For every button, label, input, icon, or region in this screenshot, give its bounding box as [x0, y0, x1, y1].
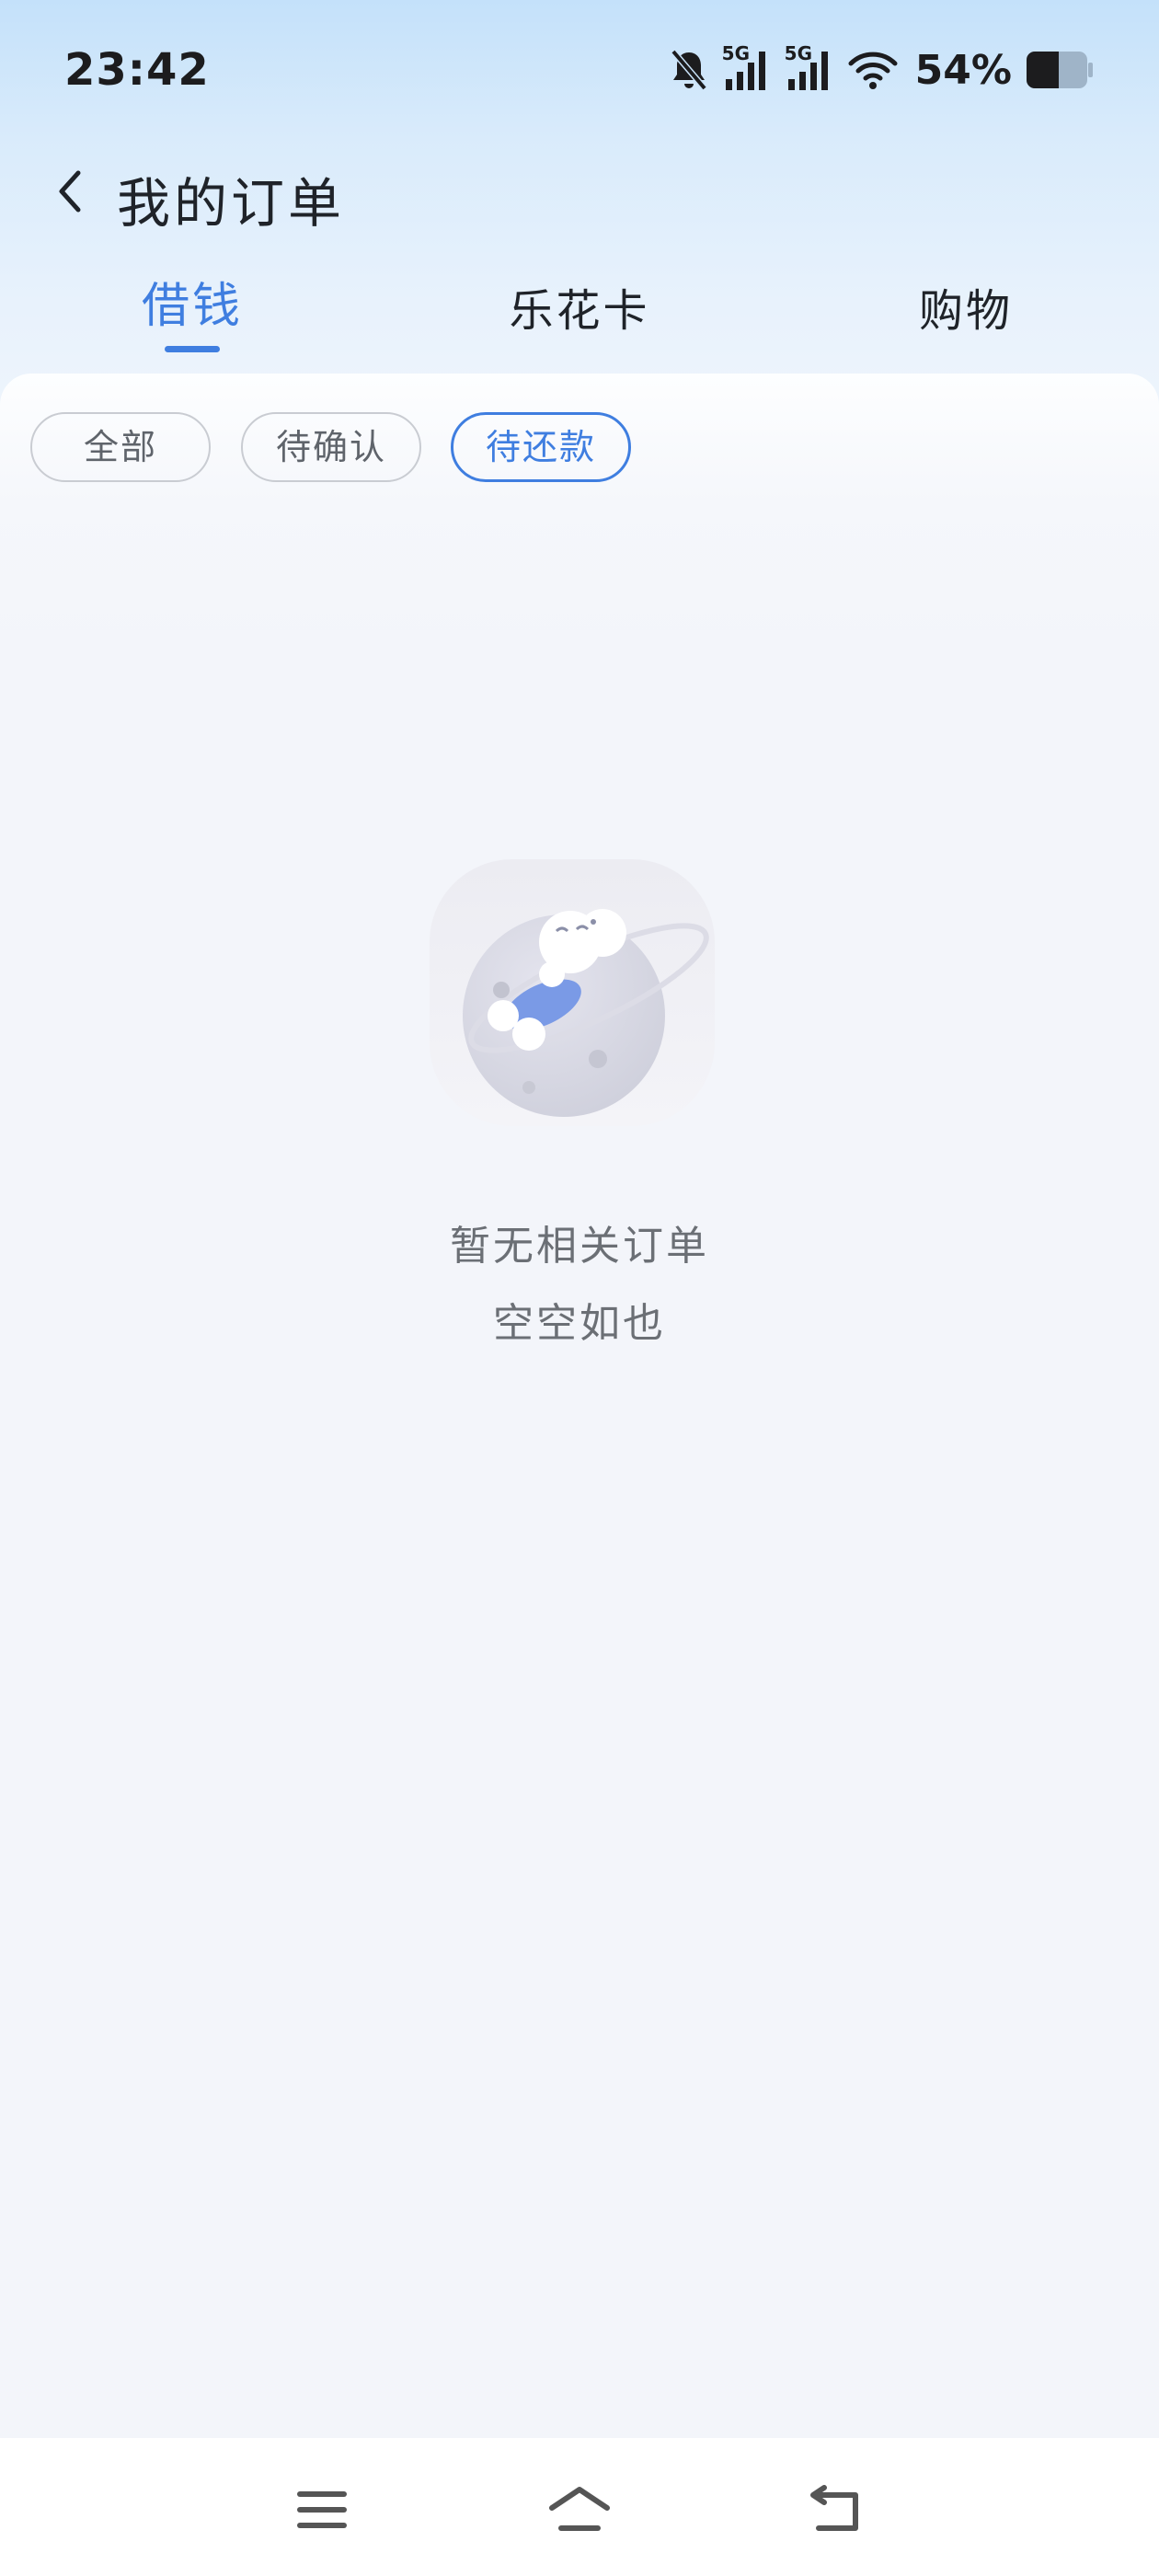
- page-header: 我的订单: [0, 147, 1159, 239]
- tab-shopping[interactable]: 购物: [874, 274, 1058, 366]
- filter-pending-repayment[interactable]: 待还款: [451, 412, 631, 482]
- order-list-panel: 全部 待确认 待还款 暂无相关订单 空空如也: [0, 374, 1159, 2438]
- bell-off-icon: [669, 47, 709, 93]
- tab-label: 购物: [918, 285, 1013, 337]
- back-icon: [808, 2484, 866, 2539]
- tab-label: 乐花卡: [509, 285, 650, 337]
- status-icons: 5G 5G 54%: [669, 42, 1095, 98]
- filter-pending-confirmation[interactable]: 待确认: [241, 412, 421, 482]
- empty-state-subtitle: 空空如也: [493, 1300, 666, 1347]
- astronaut-on-moon-illustration: [419, 850, 731, 1126]
- battery-percentage: 54%: [914, 46, 1012, 94]
- status-bar: 23:42 5G 5G 54%: [0, 0, 1159, 147]
- category-tabs: 借钱 乐花卡 购物: [0, 267, 1159, 368]
- home-icon: [546, 2484, 613, 2539]
- tab-label: 借钱: [141, 279, 243, 334]
- tab-borrow[interactable]: 借钱: [100, 267, 284, 359]
- filter-all[interactable]: 全部: [30, 412, 211, 482]
- status-time: 23:42: [64, 44, 210, 96]
- tab-lehua-card[interactable]: 乐花卡: [488, 274, 671, 366]
- network-type-label: 5G: [721, 42, 751, 64]
- network-type-label: 5G: [784, 42, 813, 64]
- menu-button[interactable]: [281, 2475, 363, 2548]
- signal-5g-icon: 5G: [722, 42, 772, 94]
- active-tab-indicator: [165, 346, 220, 352]
- wifi-icon: [847, 49, 899, 91]
- system-navigation-bar: [0, 2438, 1159, 2576]
- back-button[interactable]: [37, 156, 101, 230]
- menu-icon: [294, 2487, 350, 2536]
- chevron-left-icon: [51, 164, 87, 223]
- empty-state-title: 暂无相关订单: [450, 1223, 709, 1270]
- battery-icon: [1025, 50, 1095, 90]
- back-nav-button[interactable]: [796, 2475, 878, 2548]
- home-button[interactable]: [538, 2475, 621, 2548]
- signal-5g-icon: 5G: [785, 42, 834, 94]
- page-title: 我的订单: [117, 172, 346, 235]
